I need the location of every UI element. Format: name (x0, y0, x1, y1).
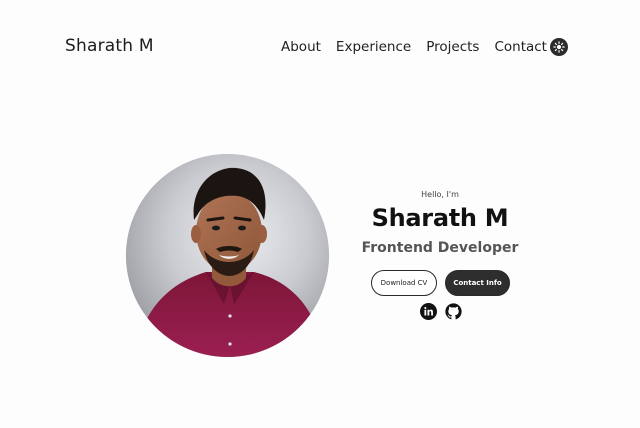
social-links (420, 303, 462, 320)
hero-name: Sharath M (371, 204, 509, 232)
navbar: Sharath M About Experience Projects Cont… (0, 0, 640, 94)
linkedin-icon[interactable] (420, 303, 437, 320)
nav-link-about[interactable]: About (281, 39, 321, 55)
role-title: Frontend Developer (361, 240, 519, 256)
contact-info-button[interactable]: Contact Info (445, 270, 510, 296)
nav-links: About Experience Projects Contact (281, 39, 547, 55)
nav-link-projects[interactable]: Projects (426, 39, 479, 55)
portfolio-page: Sharath M About Experience Projects Cont… (0, 0, 640, 428)
greeting-text: Hello, I'm (421, 190, 459, 199)
github-icon[interactable] (445, 303, 462, 320)
profile-picture (126, 154, 329, 357)
download-cv-button[interactable]: Download CV (371, 270, 437, 296)
theme-toggle-button[interactable] (550, 38, 568, 56)
profile-photo (126, 154, 329, 357)
hero-buttons: Download CV Contact Info (371, 270, 510, 296)
nav-link-contact[interactable]: Contact (494, 39, 547, 55)
hero-text: Hello, I'm Sharath M Frontend Developer (360, 190, 520, 256)
site-logo[interactable]: Sharath M (65, 36, 154, 56)
sun-icon (553, 41, 565, 53)
nav-link-experience[interactable]: Experience (336, 39, 411, 55)
